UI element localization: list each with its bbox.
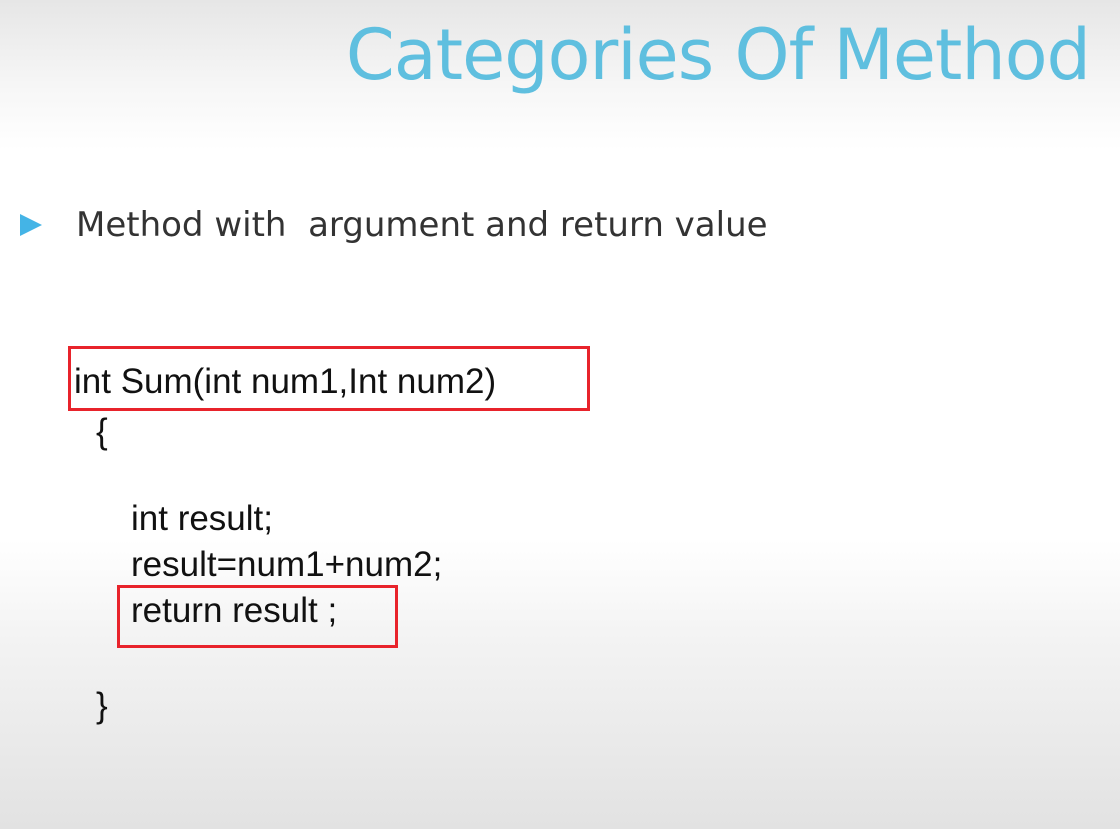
code-line-assign: result=num1+num2; bbox=[131, 545, 443, 584]
bullet-text: Method with argument and return value bbox=[76, 205, 768, 245]
code-line-return: return result ; bbox=[131, 591, 338, 630]
triangle-bullet-icon bbox=[20, 214, 42, 236]
code-close-brace: } bbox=[96, 686, 108, 725]
bullet-item: Method with argument and return value bbox=[20, 200, 768, 250]
slide-title: Categories Of Method bbox=[345, 14, 1091, 96]
code-line-declare: int result; bbox=[131, 499, 273, 538]
slide: Categories Of Method Method with argumen… bbox=[0, 0, 1120, 829]
code-open-brace: { bbox=[96, 412, 108, 451]
code-method-signature: int Sum(int num1,Int num2) bbox=[74, 362, 497, 401]
